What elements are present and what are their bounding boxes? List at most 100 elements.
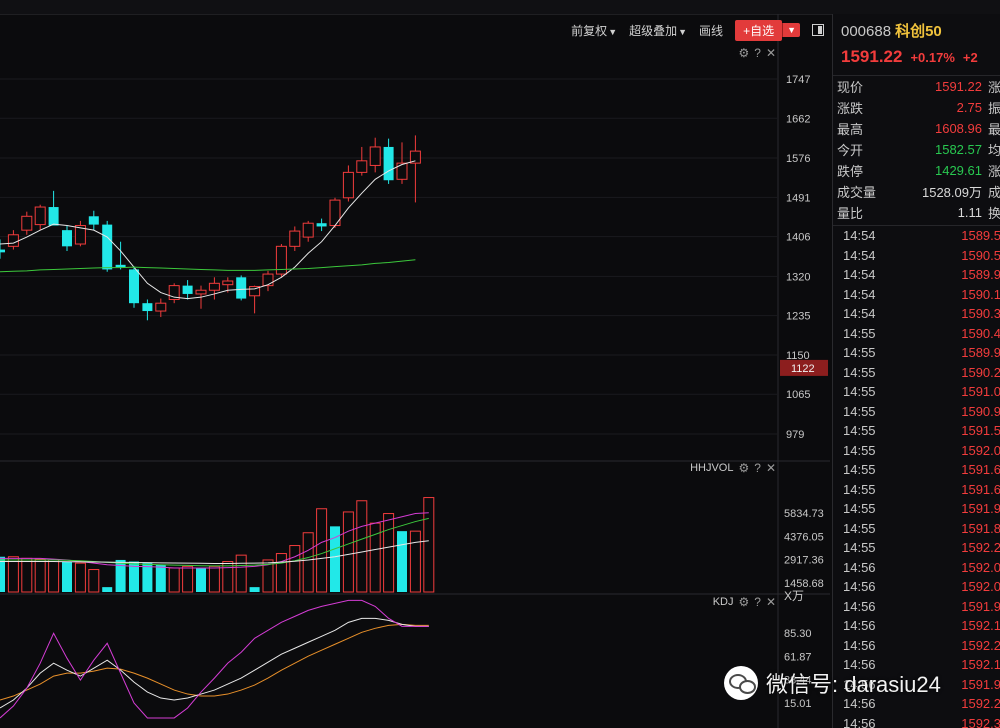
settings-icon[interactable]: ⚙ (738, 595, 749, 609)
help-icon[interactable]: ? (754, 46, 761, 60)
volume-axis-tick: 4376.05 (784, 531, 824, 543)
candle-body (396, 162, 408, 180)
tick-row: 14:54 1589.5 (833, 226, 1000, 246)
tick-price: 1590.1 (961, 286, 1000, 302)
price-adjust-menu[interactable]: 前复权▼ (571, 22, 617, 39)
quote-label: 最高 (837, 122, 864, 137)
quote-row: 成交量 1528.09万成 (833, 181, 1000, 202)
tick-time: 14:55 (843, 345, 876, 361)
price-axis-tick: 1235 (786, 311, 810, 323)
favorite-dropdown-button[interactable]: ▼ (782, 23, 800, 37)
help-icon[interactable]: ? (754, 595, 761, 609)
tick-row: 14:55 1592.0 (833, 441, 1000, 461)
price-adjust-label: 前复权 (571, 23, 608, 38)
candle-body (0, 249, 5, 253)
tick-row: 14:55 1591.8 (833, 519, 1000, 539)
volume-bar (48, 559, 60, 593)
candle-body (48, 207, 59, 226)
candle-body (88, 216, 99, 225)
quote-tail-label: 涨 (987, 164, 1000, 179)
tick-price: 1591.9 (961, 501, 1000, 517)
tick-price: 1592.3 (961, 715, 1000, 728)
quote-label: 现价 (837, 80, 864, 95)
quote-label: 成交量 (837, 185, 877, 200)
quote-value: 1582.57 (934, 142, 982, 157)
tick-time: 14:55 (843, 442, 876, 458)
candle-body (129, 269, 139, 304)
quote-row: 量比 1.11 换 (833, 202, 1000, 223)
volume-bar (102, 587, 113, 592)
last-price: 1591.22 (841, 47, 903, 66)
volume-controls: HHJVOL ⚙ ? ✕ (690, 461, 776, 475)
candle-body (142, 303, 153, 312)
tick-list[interactable]: 14:54 1589.5 14:54 1590.5 14:54 1589.9 14:54 15… (833, 225, 1000, 728)
candle-body (289, 230, 301, 247)
tick-time: 14:54 (843, 267, 876, 283)
tick-row: 14:54 1589.9 (833, 265, 1000, 285)
volume-bar (155, 564, 166, 592)
overlay-menu[interactable]: 超级叠加▼ (629, 22, 687, 39)
tick-time: 14:56 (843, 715, 876, 728)
close-icon[interactable]: ✕ (766, 461, 776, 475)
tick-price: 1592.0 (961, 442, 1000, 458)
volume-bar (208, 565, 220, 593)
quote-value: 1.11 (957, 205, 982, 220)
tick-row: 14:55 1591.9 (833, 499, 1000, 519)
tick-price: 1590.3 (961, 306, 1000, 322)
volume-bar (423, 497, 435, 593)
quote-table: 现价 1591.22 涨涨跌 2.75 振最高 1608.96 最今开 1582.57 均跌停 1… (833, 75, 1000, 223)
quote-value: 1429.61 (934, 163, 982, 178)
tick-time: 14:56 (843, 618, 876, 634)
quote-value: 1591.22 (934, 79, 982, 94)
candle-body (356, 160, 368, 173)
tick-price: 1592.2 (961, 637, 1000, 653)
chart-svg[interactable]: 1747166215761491140613201235115010659791… (0, 14, 830, 728)
quote-header: 000688 科创50 1591.22 +0.17% +2 (833, 14, 1000, 67)
close-icon[interactable]: ✕ (766, 595, 776, 609)
volume-bar (235, 554, 247, 593)
tick-row: 14:55 1590.9 (833, 402, 1000, 422)
volume-bar (142, 563, 153, 592)
quote-row: 现价 1591.22 涨 (833, 76, 1000, 97)
tick-time: 14:56 (843, 598, 876, 614)
watermark-text: 微信号: darasiu24 (766, 672, 941, 697)
tick-price: 1592.0 (961, 559, 1000, 575)
quote-tail-label: 最 (987, 122, 1000, 137)
settings-icon[interactable]: ⚙ (738, 46, 749, 60)
tick-time: 14:56 (843, 637, 876, 653)
candle-body (316, 223, 327, 227)
tick-time: 14:54 (843, 228, 876, 244)
tick-row: 14:55 1591.6 (833, 480, 1000, 500)
quote-tail-label: 均 (987, 143, 1000, 158)
volume-bar (168, 567, 180, 593)
chart-area[interactable]: 1747 1662 1576 1491 1406 1320 1235 1150 1065 979 1… (0, 14, 830, 728)
settings-icon[interactable]: ⚙ (738, 461, 749, 475)
tick-price: 1590.4 (961, 325, 1000, 341)
tick-time: 14:55 (843, 364, 876, 380)
tick-row: 14:55 1590.4 (833, 324, 1000, 344)
candle-body (102, 224, 113, 270)
volume-bar (249, 587, 260, 592)
price-axis-tick: 1491 (786, 192, 810, 204)
price-axis-tick: 1320 (786, 271, 810, 283)
tick-time: 14:54 (843, 306, 876, 322)
tick-price: 1589.9 (961, 345, 1000, 361)
window-top-bar (0, 0, 1000, 15)
tick-price: 1591.6 (961, 481, 1000, 497)
kdj-axis-tick: 61.87 (784, 651, 812, 663)
draw-line-button[interactable]: 画线 (699, 22, 723, 39)
volume-bar (74, 562, 86, 593)
tick-price: 1591.8 (961, 520, 1000, 536)
add-favorite-button[interactable]: +自选 (735, 19, 783, 41)
tick-time: 14:55 (843, 520, 876, 536)
price-axis-tick: 1406 (786, 232, 810, 244)
volume-bar (115, 559, 126, 592)
quote-tail-label: 成 (987, 185, 1000, 200)
help-icon[interactable]: ? (754, 461, 761, 475)
close-icon[interactable]: ✕ (766, 46, 776, 60)
quote-tail-label: 换 (987, 206, 1000, 221)
price-marker-label: 1122 (791, 363, 815, 375)
quote-tail-label: 振 (987, 101, 1000, 116)
tick-time: 14:56 (843, 559, 876, 575)
panel-toggle-icon[interactable] (812, 24, 824, 36)
